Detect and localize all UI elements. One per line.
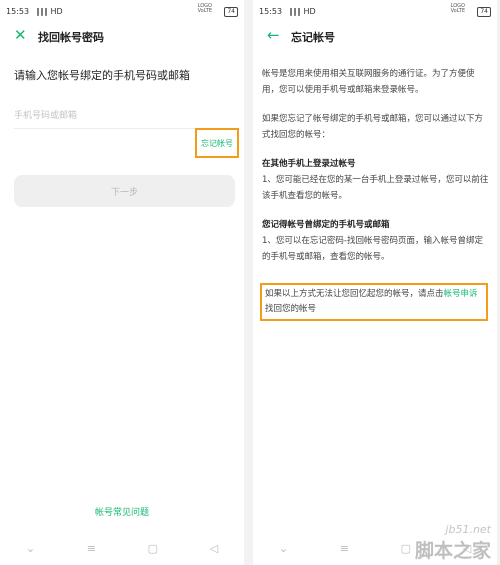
system-nav-bar: ⌄ ≡ ▢ ◁: [0, 531, 244, 565]
back-arrow-icon[interactable]: ←: [267, 26, 280, 44]
home-icon[interactable]: ▢: [401, 542, 411, 555]
section-title-bound-contact: 您记得帐号曾绑定的手机号或邮箱: [262, 220, 390, 230]
status-time: 15:53: [6, 7, 30, 16]
next-button[interactable]: 下一步: [14, 175, 235, 207]
menu-icon[interactable]: ≡: [340, 542, 349, 555]
home-icon[interactable]: ▢: [148, 542, 158, 555]
intro-paragraph: 帐号是您用来使用相关互联网服务的通行证。为了方便使用，您可以使用手机号或邮箱来登…: [262, 69, 475, 95]
battery-icon: 74: [477, 7, 491, 17]
chevron-down-icon[interactable]: ⌄: [279, 542, 288, 555]
app-header: ← 忘记帐号: [253, 24, 497, 50]
account-faq-link[interactable]: 帐号常见问题: [0, 505, 244, 518]
chevron-down-icon[interactable]: ⌄: [26, 542, 35, 555]
battery-icon: 74: [224, 7, 238, 17]
appeal-suffix: 找回您的帐号: [265, 304, 317, 314]
appeal-prefix: 如果以上方式无法让您回忆起您的帐号，请点击: [265, 289, 444, 299]
help-content: 帐号是您用来使用相关互联网服务的通行证。为了方便使用，您可以使用手机号或邮箱来登…: [262, 66, 491, 278]
close-icon[interactable]: ✕: [14, 26, 27, 44]
recovery-intro: 如果您忘记了帐号绑定的手机号或邮箱，您可以通过以下方式找回您的帐号：: [262, 114, 484, 140]
volte-icon: LOGO VoLTE: [450, 3, 465, 14]
forgot-account-link[interactable]: 忘记帐号: [195, 128, 239, 158]
status-time: 15:53: [259, 7, 283, 16]
appeal-notice: 如果以上方式无法让您回忆起您的帐号，请点击帐号申诉找回您的帐号: [260, 283, 488, 321]
status-bar: 15:53 ∥∥∥ HD LOGO VoLTE 74: [0, 0, 244, 22]
phone-or-email-input[interactable]: [14, 104, 234, 129]
volte-icon: LOGO VoLTE: [197, 3, 212, 14]
app-header: ✕ 找回帐号密码: [0, 24, 244, 50]
input-prompt: 请输入您帐号绑定的手机号码或邮箱: [14, 69, 190, 82]
section-title-other-phone: 在其他手机上登录过帐号: [262, 159, 356, 169]
account-appeal-link[interactable]: 帐号申诉: [444, 289, 478, 299]
forgot-account-screen: 15:53 ∥∥∥ HD LOGO VoLTE 74 ← 忘记帐号 帐号是您用来使…: [253, 0, 497, 565]
back-icon[interactable]: ◁: [210, 542, 218, 555]
page-title: 找回帐号密码: [38, 31, 104, 44]
signal-icon: ∥∥∥ HD: [36, 7, 63, 16]
watermark-url: jb51.net: [445, 523, 491, 536]
watermark: jb51.net 脚本之家: [415, 523, 491, 563]
menu-icon[interactable]: ≡: [87, 542, 96, 555]
section-body-other-phone: 1、您可能已经在您的某一台手机上登录过帐号，您可以前往该手机查看您的帐号。: [262, 175, 489, 201]
watermark-text: 脚本之家: [414, 540, 491, 562]
page-title: 忘记帐号: [291, 31, 335, 44]
find-password-screen: 15:53 ∥∥∥ HD LOGO VoLTE 74 ✕ 找回帐号密码 请输入您帐…: [0, 0, 244, 565]
section-body-bound-contact: 1、您可以在忘记密码-找回帐号密码页面，输入帐号曾绑定的手机号或邮箱，查看您的帐…: [262, 236, 483, 262]
signal-icon: ∥∥∥ HD: [289, 7, 316, 16]
status-bar: 15:53 ∥∥∥ HD LOGO VoLTE 74: [253, 0, 497, 22]
